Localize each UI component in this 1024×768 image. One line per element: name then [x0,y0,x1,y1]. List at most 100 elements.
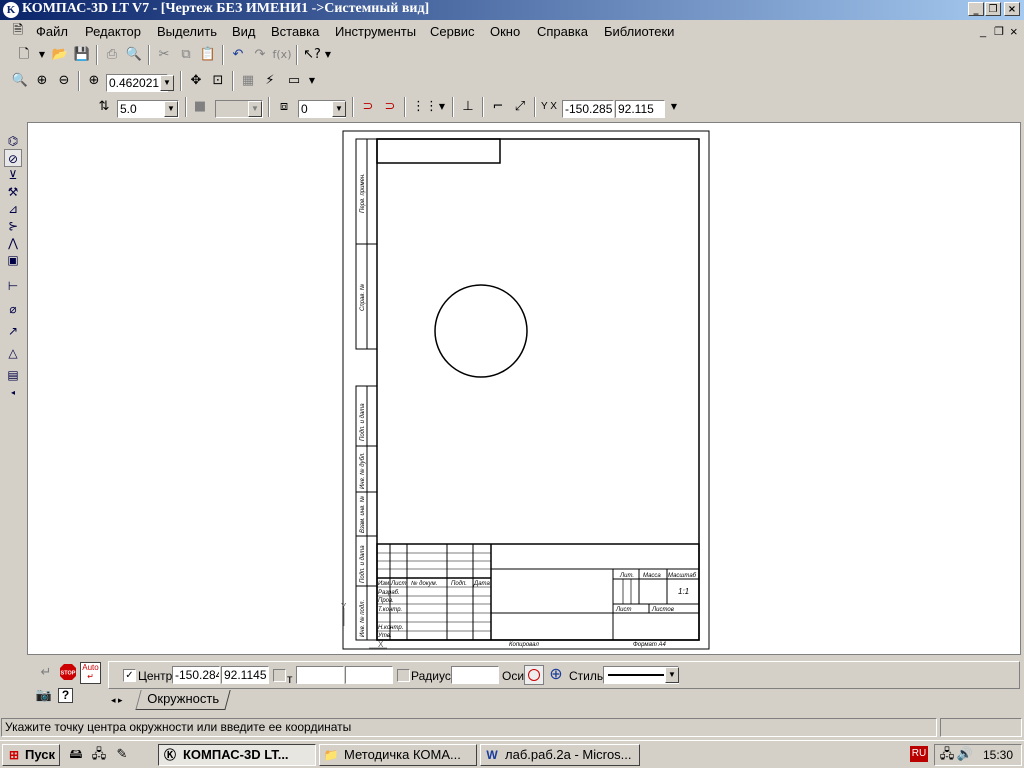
cut-icon[interactable]: ✂ [154,45,174,65]
title-bar[interactable]: K КОМПАС-3D LT V7 - [Чертеж БЕЗ ИМЕНИ1 -… [0,0,1024,20]
enter-object-icon[interactable]: ↵ [36,663,56,683]
zoom-out-icon[interactable]: ⊖ [54,71,74,91]
chevron-down-icon[interactable]: ▼ [164,101,178,117]
quick-launch-icon[interactable]: 🖧 [89,745,109,765]
refresh-icon[interactable]: ▦ [238,71,258,91]
chevron-down-icon[interactable]: ▼ [302,71,322,91]
tab-circle[interactable]: Окружность [135,690,231,710]
center-y-field[interactable]: 92.1145 [221,666,269,684]
dimensions-icon[interactable]: ⊻ [4,166,22,184]
menu-file[interactable]: Файл [36,24,68,39]
center-checkbox[interactable]: ✓ [123,669,136,682]
linear-dimension-icon[interactable]: ⊢ [4,277,22,295]
minimize-button[interactable]: _ [968,2,984,16]
circle-tool-icon[interactable]: ⊘ [4,149,22,167]
menu-view[interactable]: Вид [232,24,256,39]
volume-icon[interactable]: 🔊 [955,745,975,765]
cursor-coords-icon[interactable]: ⤢ [510,97,530,117]
document-icon[interactable]: 🗎 [8,21,28,41]
parametrization-icon[interactable]: ⊱ [4,217,22,235]
zoom-window-icon[interactable]: 🔍 [10,71,30,91]
stop-icon[interactable]: STOP [58,663,78,683]
menu-insert[interactable]: Вставка [271,24,319,39]
save-icon[interactable]: 💾 [72,45,92,65]
doc-minimize-button[interactable]: _ [980,26,986,38]
designations-icon[interactable]: ⚒ [4,183,22,201]
task-folder[interactable]: 📁 Методичка КОМА... [319,744,477,766]
camera-icon[interactable]: 📷 [34,686,54,706]
menu-service[interactable]: Сервис [430,24,475,39]
hatch-icon[interactable]: ▤ [4,366,22,384]
doc-restore-button[interactable]: ❐ [994,25,1004,38]
cursor-y-field[interactable]: 92.115 [615,100,665,118]
no-axes-button[interactable] [524,665,544,685]
start-button[interactable]: ⊞ Пуск [2,744,60,766]
diameter-icon[interactable]: ⌀ [4,300,22,318]
chevron-down-icon[interactable]: ▼ [318,45,338,65]
show-all-icon[interactable]: ⊡ [208,71,228,91]
kompas-icon[interactable]: K [3,2,19,18]
print-icon[interactable]: ⎙ [102,45,122,65]
close-button[interactable]: × [1004,2,1020,16]
layer-icon[interactable]: ⧈ [274,97,294,117]
print-preview-icon[interactable]: 🔍 [124,45,144,65]
radial-dimension-icon[interactable]: ↗ [4,322,22,340]
angular-dimension-icon[interactable]: △ [4,344,22,362]
open-folder-icon[interactable]: 📂 [50,45,70,65]
radius-field[interactable] [451,666,499,684]
step-icon[interactable]: ⇅ [94,97,114,117]
menu-libraries[interactable]: Библиотеки [604,24,674,39]
paste-icon[interactable]: 📋 [198,45,218,65]
edit-icon[interactable]: ⊿ [4,200,22,218]
local-cs-icon[interactable]: ⊥ [458,97,478,117]
redo-icon[interactable]: ↷ [250,45,270,65]
language-indicator[interactable]: RU [910,746,928,762]
ortho-icon[interactable]: ⌐ [488,97,508,117]
chevron-down-icon[interactable]: ▼ [665,667,679,683]
cursor-x-field[interactable]: -150.285 [562,100,614,118]
chevron-down-icon[interactable]: ▼ [332,101,346,117]
radius-checkbox[interactable] [397,669,410,682]
zoom-in-icon[interactable]: ⊕ [32,71,52,91]
restore-button[interactable]: ❐ [985,2,1001,16]
menu-window[interactable]: Окно [490,24,520,39]
menu-select[interactable]: Выделить [157,24,217,39]
snap-icon[interactable]: ⊃ [358,97,378,117]
chevron-down-icon[interactable]: ▼ [32,45,52,65]
point-x-field[interactable] [296,666,344,684]
zoom-scale-icon[interactable]: ⊕ [84,71,104,91]
function-icon[interactable]: f(x) [272,45,292,65]
chevron-down-icon[interactable]: ▼ [664,97,684,117]
measure-icon[interactable]: ⋀ [4,234,22,252]
show-desktop-icon[interactable]: 🖴 [66,745,86,765]
menu-help[interactable]: Справка [537,24,588,39]
new-document-icon[interactable]: 🗋 [14,45,34,65]
chevron-down-icon[interactable]: ◂ [4,384,22,402]
network-icon[interactable]: 🖧 [937,745,957,765]
undo-icon[interactable]: ↶ [228,45,248,65]
task-word[interactable]: W лаб.раб.2а - Micros... [480,744,640,766]
point-y-field[interactable] [345,666,393,684]
local-snap-icon[interactable]: ⊃ [380,97,400,117]
color-icon[interactable]: ■ [190,97,210,117]
task-kompas[interactable]: Ⓚ КОМПАС-3D LT... [158,744,316,766]
drawing-svg[interactable]: Изм. Лист № докум. Подп. Дата Разраб. Пр… [28,123,1020,654]
circle-with-axes-icon[interactable]: ⊕ [546,665,566,685]
select-icon[interactable]: ▣ [4,251,22,269]
auto-create-button[interactable]: Auto ↵ [80,662,101,684]
chevron-down-icon[interactable]: ▼ [432,97,452,117]
help-icon[interactable]: ? [58,688,73,703]
tab-scroll-icon[interactable]: ◂ ▸ [111,695,123,706]
menu-editor[interactable]: Редактор [85,24,141,39]
doc-close-button[interactable]: × [1010,24,1018,39]
zoom-field[interactable]: 0.462021 [106,74,168,92]
display-mode-icon[interactable]: ▭ [284,71,304,91]
center-x-field[interactable]: -150.284 [172,666,220,684]
drawing-canvas[interactable]: Изм. Лист № докум. Подп. Дата Разраб. Пр… [27,122,1021,655]
grid-icon[interactable]: ⋮⋮ [412,97,438,117]
rebuild-icon[interactable]: ⚡ [260,71,280,91]
chevron-down-icon[interactable]: ▼ [160,75,174,91]
pan-icon[interactable]: ✥ [186,71,206,91]
point-checkbox[interactable] [273,669,286,682]
quick-launch-pencil-icon[interactable]: ✎ [112,745,132,765]
